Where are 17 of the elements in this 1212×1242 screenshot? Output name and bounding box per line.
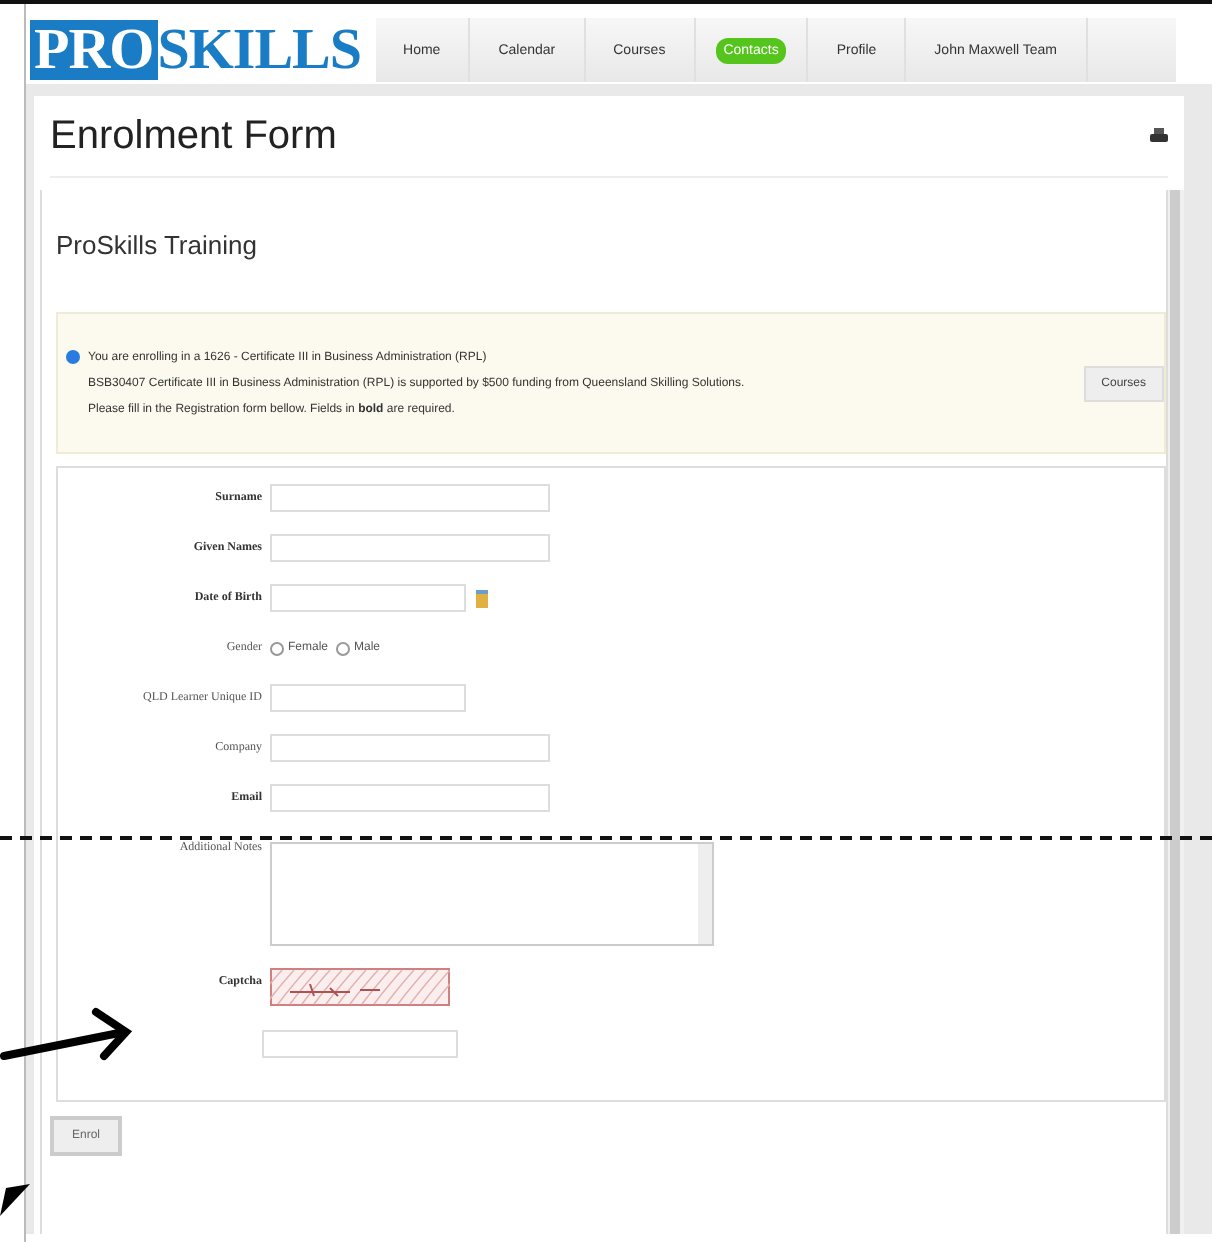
print-icon[interactable] — [1150, 128, 1168, 144]
info-icon — [66, 350, 80, 364]
radio-button[interactable] — [336, 641, 351, 655]
calendar-icon[interactable] — [476, 589, 488, 607]
logo[interactable]: PROSKILLS — [30, 20, 362, 80]
input-field[interactable] — [270, 734, 550, 762]
section-title: ProSkills Training — [56, 230, 259, 260]
radio-button[interactable] — [270, 641, 284, 655]
input-field[interactable] — [270, 784, 550, 812]
scrollbar[interactable] — [1166, 190, 1184, 1234]
input-field[interactable] — [270, 684, 466, 712]
input-field[interactable] — [270, 484, 550, 512]
input-field[interactable] — [270, 534, 550, 562]
notes-field[interactable] — [270, 842, 714, 946]
page-title: Enrolment Form — [50, 113, 337, 159]
input-field[interactable] — [262, 1030, 458, 1058]
input-field[interactable] — [270, 584, 466, 612]
